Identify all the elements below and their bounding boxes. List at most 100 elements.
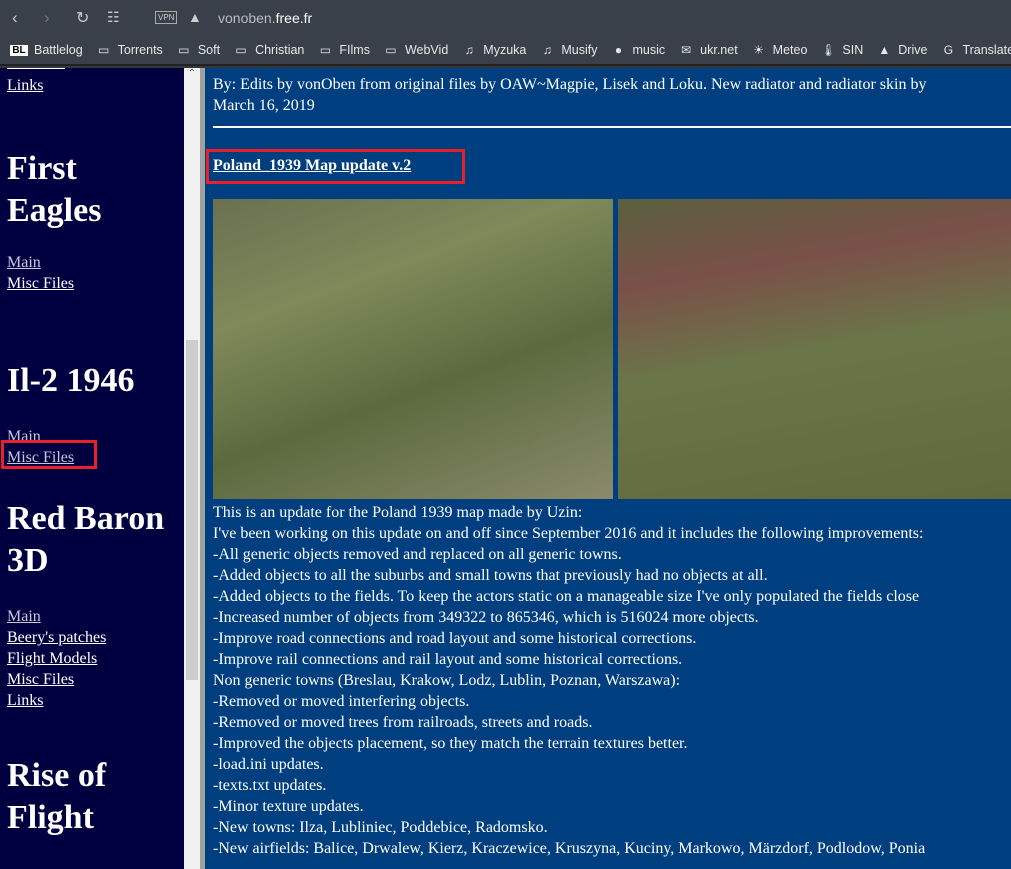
bookmark-label: WebVid [404, 43, 449, 57]
description-line: -Improved the objects placement, so they… [213, 735, 688, 752]
section-title-rise-of-flight: Rise of Flight [0, 755, 184, 839]
description-line: -Removed or moved trees from railroads, … [213, 714, 593, 731]
title-line: 3D [7, 542, 49, 579]
section-title-il2-1946: Il-2 1946 [7, 362, 135, 399]
url-host: vonoben. [218, 10, 276, 26]
bookmark-soft[interactable]: ▭ Soft [176, 43, 220, 57]
sun-icon: ☀ [753, 43, 765, 57]
bookmark-label: Translate [962, 43, 1011, 57]
bookmark-label: Battlelog [34, 43, 83, 57]
scroll-up-icon[interactable]: ⌃ [184, 68, 200, 79]
red-baron-flight-models-link[interactable]: Flight Models [0, 648, 184, 669]
title-line: Flight [7, 799, 94, 836]
BL-icon: BL [10, 44, 28, 56]
bookmark-ukr-net[interactable]: ✉ ukr.net [678, 43, 738, 57]
browser-toolbar: ‹ › ↻ ☷ VPN ▲ vonoben.free.fr [0, 0, 1011, 36]
bookmark-label: SIN [842, 43, 864, 57]
description-line: -Increased number of objects from 349322… [213, 609, 759, 626]
folder-icon: ▭ [319, 43, 332, 57]
bookmark-label: music [632, 43, 666, 57]
url-domain: free.fr [275, 10, 313, 26]
red-baron-beerys-patches-link[interactable]: Beery's patches [0, 627, 184, 648]
music-note-icon: ♫ [542, 43, 552, 57]
description-line: -texts.txt updates. [213, 777, 327, 794]
bookmark-label: Torrents [117, 43, 163, 57]
reload-icon[interactable]: ↻ [76, 8, 89, 28]
music-circle-icon: ● [614, 43, 623, 57]
description-line: -Added objects to all the suburbs and sm… [213, 567, 768, 584]
bookmark-battlelog[interactable]: BL Battlelog [10, 43, 83, 57]
bookmark-drive[interactable]: ▲ Drive [876, 43, 927, 57]
description-line: -load.ini updates. [213, 756, 324, 773]
vpn-badge[interactable]: VPN [155, 11, 178, 24]
folder-icon: ▭ [97, 43, 110, 57]
bookmark-label: Meteo [772, 43, 808, 57]
title-line: First [7, 150, 77, 187]
bookmark-label: Myzuka [483, 43, 527, 57]
bookmark-label: FIlms [339, 43, 370, 57]
bookmark-music[interactable]: ● music [610, 43, 665, 57]
bookmark-webvid[interactable]: ▭ WebVid [383, 43, 448, 57]
bookmark-myzuka[interactable]: ♫ Myzuka [461, 43, 527, 57]
music-icon: ♫ [464, 43, 474, 57]
section-title-first-eagles: First Eagles [0, 148, 184, 232]
bookmark-label: Soft [197, 43, 221, 57]
bookmarks-bar: BL Battlelog ▭ Torrents ▭ Soft ▭ Christian ▭ FIlm… [0, 36, 1011, 66]
folder-icon: ▭ [385, 43, 397, 57]
bookmark-sin[interactable]: 🌡 SIN [820, 43, 863, 57]
bookmark-translate[interactable]: G Translate [940, 43, 1011, 57]
description-line: Non generic towns (Breslau, Krakow, Lodz… [213, 672, 681, 689]
scrollbar-thumb[interactable] [186, 340, 198, 680]
description-line: -Added objects to the fields. To keep th… [213, 588, 920, 605]
highlight-box [206, 149, 465, 184]
sidebar-link-links[interactable]: Links [0, 75, 184, 96]
red-baron-main-link[interactable]: Main [0, 606, 184, 627]
tabs-grid-icon[interactable]: ☷ [107, 9, 120, 26]
description-line: -Improve road connections and road layou… [213, 630, 697, 647]
google-icon: G [943, 43, 954, 57]
bookmark-torrents[interactable]: ▭ Torrents [96, 43, 163, 57]
main-content: By: Edits by vonOben from original files… [205, 68, 1011, 869]
drive-icon: ▲ [878, 43, 891, 57]
byline: By: Edits by vonOben from original files… [213, 76, 927, 93]
section-title-red-baron: Red Baron 3D [0, 498, 184, 582]
bookmark-label: ukr.net [700, 43, 738, 57]
title-line: Red Baron [7, 500, 165, 537]
back-icon[interactable]: ‹ [12, 8, 18, 28]
warning-icon[interactable]: ▲ [188, 9, 202, 25]
description-line: This is an update for the Poland 1939 ma… [213, 504, 583, 521]
red-baron-links-link[interactable]: Links [0, 690, 184, 711]
description-line: I've been working on this update on and … [213, 525, 924, 542]
description-line: -New airfields: Balice, Drwalew, Kierz, … [213, 840, 926, 857]
divider [213, 126, 1011, 128]
map-screenshot-2[interactable] [618, 199, 1011, 499]
description-line: -Removed or moved interfering objects. [213, 693, 470, 710]
title-line: Rise of [7, 757, 107, 794]
forward-icon[interactable]: › [44, 8, 50, 28]
bookmark-musify[interactable]: ♫ Musify [539, 43, 598, 57]
bookmark-christian[interactable]: ▭ Christian [233, 43, 304, 57]
bookmark-label: Christian [255, 43, 305, 57]
mail-icon: ✉ [681, 43, 692, 57]
bookmark-films[interactable]: ▭ FIlms [317, 43, 370, 57]
description-line: -Minor texture updates. [213, 798, 364, 815]
folder-icon: ▭ [235, 43, 247, 57]
description-line: -Improve rail connections and rail layou… [213, 651, 683, 668]
bookmark-label: Musify [561, 43, 598, 57]
red-baron-misc-files-link[interactable]: Misc Files [0, 669, 184, 690]
description-line: -All generic objects removed and replace… [213, 546, 622, 563]
bookmark-meteo[interactable]: ☀ Meteo [751, 43, 808, 57]
first-eagles-misc-files-link[interactable]: Misc Files [0, 273, 184, 294]
description-line: -New towns: Ilza, Lubliniec, Poddebice, … [213, 819, 548, 836]
date: March 16, 2019 [213, 97, 315, 114]
map-screenshot-1[interactable] [213, 199, 613, 499]
title-line: Eagles [7, 192, 102, 229]
highlight-box [1, 440, 97, 469]
divider [7, 68, 65, 69]
thermometer-icon: 🌡 [820, 43, 837, 57]
folder-icon: ▭ [178, 43, 190, 57]
bookmark-label: Drive [898, 43, 928, 57]
address-bar[interactable]: vonoben.free.fr [218, 10, 312, 26]
first-eagles-main-link[interactable]: Main [0, 252, 184, 273]
description: This is an update for the Poland 1939 ma… [213, 502, 925, 859]
